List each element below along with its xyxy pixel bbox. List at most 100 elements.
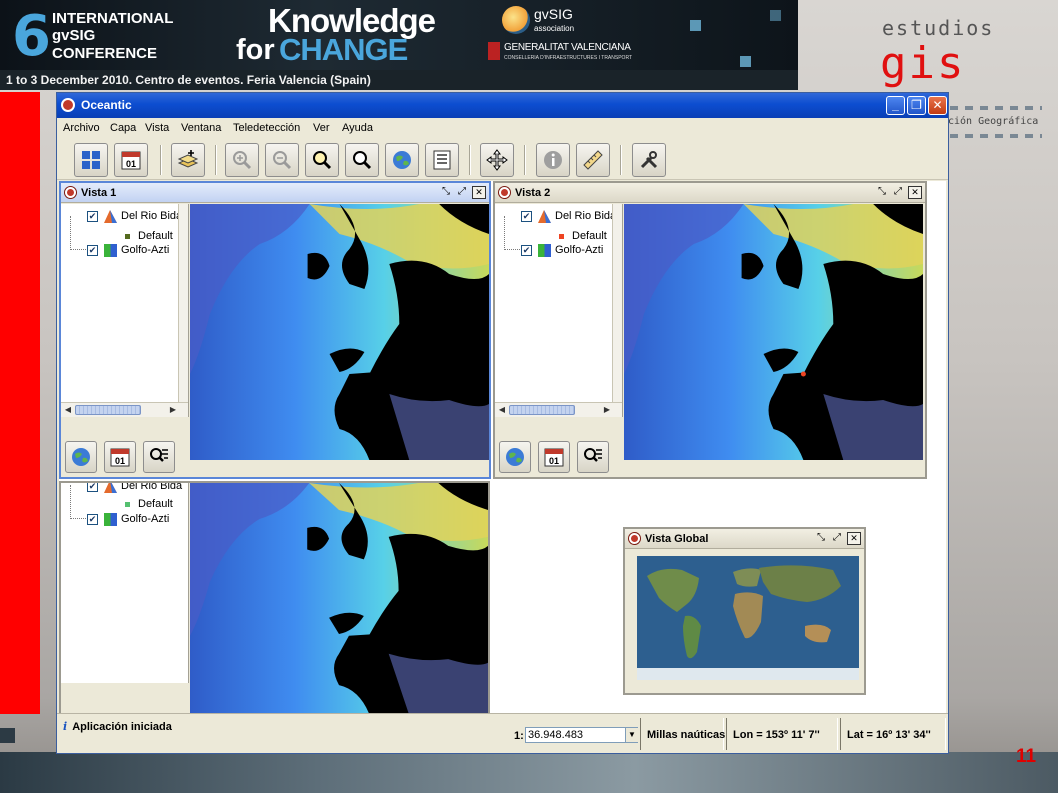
- calendar-button[interactable]: 01: [114, 143, 148, 177]
- toc-layer-row[interactable]: ✔ Golfo-Azti: [521, 242, 603, 258]
- layer-list-button[interactable]: [425, 143, 459, 177]
- legend-swatch: [559, 233, 564, 239]
- layer-name: Golfo-Azti: [121, 513, 170, 525]
- legend-swatch: [125, 233, 130, 239]
- calendar-icon: 01: [544, 448, 564, 467]
- scale-input[interactable]: [525, 727, 638, 743]
- menu-capa[interactable]: Capa: [110, 122, 136, 134]
- conference-line-1: INTERNATIONAL: [52, 10, 174, 27]
- toc-vertical-scrollbar[interactable]: [178, 204, 188, 417]
- tools-button[interactable]: [632, 143, 666, 177]
- layer-checkbox[interactable]: ✔: [521, 244, 532, 256]
- toc-layer-row[interactable]: ✔ Del Rio Bida: [87, 208, 182, 224]
- info-button[interactable]: [536, 143, 570, 177]
- scrollbar-thumb[interactable]: [75, 405, 141, 415]
- vista-global-map[interactable]: [637, 556, 859, 680]
- calendar-icon: 01: [110, 448, 130, 467]
- vista-1-query-button[interactable]: [143, 441, 175, 473]
- menu-vista[interactable]: Vista: [145, 122, 169, 134]
- zoom-full-button[interactable]: [305, 143, 339, 177]
- menu-ver[interactable]: Ver: [313, 122, 330, 134]
- scroll-right-arrow[interactable]: ▶: [601, 404, 613, 416]
- zoom-select-button[interactable]: [345, 143, 379, 177]
- gvsig-association-logo-icon: [502, 6, 530, 34]
- chlorophyll-map-image: [624, 204, 923, 460]
- frame-close-button[interactable]: ✕: [908, 186, 922, 199]
- units-cell: Millas naúticas: [640, 718, 725, 750]
- raster-layer-icon: [104, 243, 117, 257]
- legend-label: Default: [572, 230, 607, 242]
- pan-button[interactable]: [480, 143, 514, 177]
- info-icon: i: [63, 720, 68, 733]
- vista-1-globe-button[interactable]: [65, 441, 97, 473]
- frame-close-button[interactable]: ✕: [472, 186, 486, 199]
- minimize-button[interactable]: _: [886, 96, 905, 115]
- scroll-right-arrow[interactable]: ▶: [167, 404, 179, 416]
- frame-close-button[interactable]: ✕: [847, 532, 861, 545]
- layer-checkbox[interactable]: ✔: [87, 513, 98, 525]
- close-button[interactable]: ✕: [928, 96, 947, 115]
- menu-archivo[interactable]: Archivo: [63, 122, 100, 134]
- decorative-square: [0, 728, 15, 743]
- layer-checkbox[interactable]: ✔: [87, 210, 98, 222]
- vista-2-query-button[interactable]: [577, 441, 609, 473]
- scroll-left-arrow[interactable]: ◀: [62, 404, 74, 416]
- tile-windows-button[interactable]: [74, 143, 108, 177]
- maximize-button[interactable]: ❐: [907, 96, 926, 115]
- vista-2-calendar-button[interactable]: 01: [538, 441, 570, 473]
- toc-layer-row[interactable]: ✔ Golfo-Azti: [87, 511, 169, 527]
- frame-iconify-button[interactable]: ⤡: [814, 532, 828, 545]
- frame-maximize-button[interactable]: ⤢: [455, 186, 469, 199]
- frame-maximize-button[interactable]: ⤢: [891, 186, 905, 199]
- layer-checkbox[interactable]: ✔: [87, 483, 98, 492]
- vista-global-title: Vista Global: [645, 533, 709, 545]
- toolbar-separator: [524, 145, 526, 175]
- vista-2-map[interactable]: [624, 204, 923, 460]
- toolbar-separator: [215, 145, 217, 175]
- vista-2-titlebar[interactable]: Vista 2 ⤡ ⤢ ✕: [495, 183, 925, 203]
- frame-maximize-button[interactable]: ⤢: [830, 532, 844, 545]
- window-titlebar[interactable]: Oceantic _ ❐ ✕: [57, 93, 948, 118]
- add-layer-button[interactable]: [171, 143, 205, 177]
- layer-checkbox[interactable]: ✔: [87, 244, 98, 256]
- menu-teledeteccion[interactable]: Teledetección: [233, 122, 300, 134]
- zoom-out-button[interactable]: [265, 143, 299, 177]
- vista-1-tools: 01: [61, 438, 189, 476]
- tree-connector: [504, 249, 520, 250]
- vista-1-map[interactable]: [190, 204, 489, 460]
- vista-2-toc: ✔ Del Rio Bida Default ✔ Golfo-Azti ◀ ▶: [495, 204, 623, 417]
- layer-checkbox[interactable]: ✔: [521, 210, 532, 222]
- layer-name: Del Rio Bida: [121, 210, 183, 222]
- raster-layer-icon: [538, 243, 551, 257]
- scroll-left-arrow[interactable]: ◀: [496, 404, 508, 416]
- vista-1-calendar-button[interactable]: 01: [104, 441, 136, 473]
- zoom-in-button[interactable]: [225, 143, 259, 177]
- toc-layer-row[interactable]: ✔ Golfo-Azti: [87, 242, 169, 258]
- vista-global-titlebar[interactable]: Vista Global ⤡ ⤢ ✕: [625, 529, 864, 549]
- banner-decoration: [770, 10, 781, 21]
- raster-layer-icon: [104, 512, 117, 526]
- vista-3-map[interactable]: [190, 483, 488, 713]
- vista-1-titlebar[interactable]: Vista 1 ⤡ ⤢ ✕: [61, 183, 489, 203]
- globe-button[interactable]: [385, 143, 419, 177]
- menu-ayuda[interactable]: Ayuda: [342, 122, 373, 134]
- status-message-text: Aplicación iniciada: [72, 721, 172, 733]
- toc-horizontal-scrollbar[interactable]: ◀ ▶: [495, 402, 622, 417]
- toc-layer-row[interactable]: ✔ Del Rio Bida: [87, 483, 182, 494]
- measure-button[interactable]: [576, 143, 610, 177]
- frame-iconify-button[interactable]: ⤡: [875, 186, 889, 199]
- tile-windows-icon: [82, 151, 100, 169]
- window-title: Oceantic: [81, 98, 132, 112]
- vista-2-globe-button[interactable]: [499, 441, 531, 473]
- conference-banner: 6 INTERNATIONAL gvSIG CONFERENCE Knowled…: [0, 0, 798, 90]
- app-logo-icon: [61, 98, 75, 112]
- mdi-desktop: ✔ Del Rio Bida Default ✔ Golfo-Azti ◀ ▶: [59, 181, 946, 715]
- scale-dropdown-arrow[interactable]: ▼: [625, 728, 638, 742]
- menu-ventana[interactable]: Ventana: [181, 122, 221, 134]
- toc-layer-row[interactable]: ✔ Del Rio Bida: [521, 208, 616, 224]
- toc-vertical-scrollbar[interactable]: [612, 204, 622, 417]
- pan-icon: [486, 149, 508, 171]
- scrollbar-thumb[interactable]: [509, 405, 575, 415]
- frame-iconify-button[interactable]: ⤡: [439, 186, 453, 199]
- toc-horizontal-scrollbar[interactable]: ◀ ▶: [61, 402, 188, 417]
